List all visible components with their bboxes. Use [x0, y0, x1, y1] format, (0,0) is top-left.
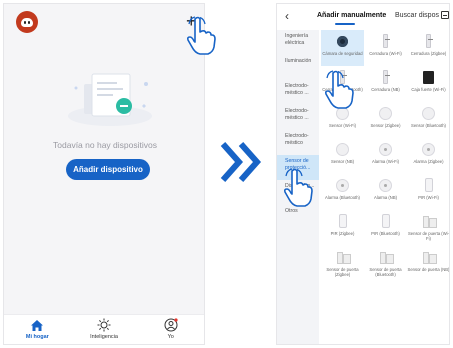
pir-icon [335, 213, 351, 229]
device-label: Sensor de puerta (Bluetooth) [369, 267, 402, 277]
category-item[interactable]: Electrodo-méstico [277, 130, 319, 155]
device-tile[interactable]: PIR (Zigbee) [321, 210, 364, 246]
category-item[interactable]: Ingeniería eléctrica [277, 30, 319, 55]
category-item[interactable]: Electrodo-méstico ... [277, 80, 319, 105]
device-tile[interactable]: PIR (Wi-Fi) [407, 174, 449, 210]
device-tile[interactable]: Sensor de puerta (Bluetooth) [364, 246, 407, 282]
safe-icon [421, 69, 437, 85]
device-tile[interactable]: Alarma (NB) [364, 174, 407, 210]
device-tile[interactable]: Alarma (Bluetooth) [321, 174, 364, 210]
door-sensor-icon [335, 249, 351, 265]
category-item[interactable]: Iluminación [277, 55, 319, 80]
scan-icon[interactable] [441, 11, 449, 19]
device-label: Sensor (Wi-Fi) [329, 123, 356, 128]
add-device-header: ‹ Añadir manualmente Buscar dispos [277, 4, 449, 30]
tap-hand-icon [186, 16, 216, 55]
device-label: Sensor de puerta (NB) [407, 267, 450, 272]
back-button[interactable]: ‹ [285, 9, 289, 23]
device-tile[interactable]: PIR (Bluetooth) [364, 210, 407, 246]
category-label: Otros [285, 208, 298, 214]
bottom-tab-bar: Mi hogar Inteligencia Yo [4, 314, 204, 344]
empty-devices-illustration [68, 73, 152, 126]
device-tile[interactable]: Sensor de puerta (Wi-Fi) [407, 210, 449, 246]
category-item[interactable]: Electrodo-méstico ... [277, 105, 319, 130]
device-tile[interactable]: Cerradura (Zigbee) [407, 30, 449, 66]
door-sensor-icon [421, 249, 437, 265]
category-label: Electrodo-méstico ... [285, 83, 309, 96]
add-device-button[interactable]: Añadir dispositivo [66, 159, 150, 180]
device-label: Sensor (Bluetooth) [411, 123, 446, 128]
device-label: Sensor (Zigbee) [370, 123, 401, 128]
tap-hand-icon [324, 70, 354, 109]
alarm-icon [421, 141, 437, 157]
device-tile[interactable]: Sensor (NB) [321, 138, 364, 174]
device-label: Cerradura (Zigbee) [410, 51, 447, 56]
device-label: Sensor de puerta (Zigbee) [326, 267, 359, 277]
category-label: Electrodo-méstico ... [285, 108, 309, 121]
device-tile[interactable]: Sensor de puerta (Zigbee) [321, 246, 364, 282]
pir-icon [378, 213, 394, 229]
device-tile[interactable]: Caja fuerte (Wi-Fi) [407, 66, 449, 102]
tap-hand-icon [283, 168, 313, 207]
camera-icon [335, 33, 351, 49]
device-tile[interactable]: Cerradura (Wi-Fi) [364, 30, 407, 66]
device-tile[interactable]: Alarma (Zigbee) [407, 138, 449, 174]
pir-icon [421, 177, 437, 193]
tab-label: Mi hogar [25, 334, 49, 340]
device-label: Sensor de puerta (Wi-Fi) [408, 231, 449, 241]
lock-icon [378, 69, 394, 85]
tab-scan-devices[interactable]: Buscar dispos [395, 12, 439, 19]
sun-icon [97, 318, 111, 332]
tab-home[interactable]: Mi hogar [4, 315, 71, 344]
category-label: Ingeniería eléctrica [285, 33, 309, 46]
device-grid: Cámara de seguridad Cerradura (Wi-Fi) Ce… [321, 30, 450, 282]
device-tile[interactable]: Sensor de puerta (NB) [407, 246, 450, 282]
tab-label: Inteligencia [90, 334, 118, 340]
next-step-chevrons-icon [220, 142, 262, 182]
device-label: Cámara de seguridad [322, 51, 363, 56]
device-label: Alarma (Zigbee) [413, 159, 444, 164]
device-label: PIR (Bluetooth) [371, 231, 400, 236]
sensor-icon [378, 105, 394, 121]
alarm-icon [378, 177, 394, 193]
device-label: PIR (Zigbee) [330, 231, 355, 236]
avatar[interactable] [16, 11, 38, 33]
lock-icon [378, 33, 394, 49]
active-tab-indicator [335, 23, 355, 25]
device-tile[interactable]: Alarma (Wi-Fi) [364, 138, 407, 174]
device-tile[interactable]: Sensor (Bluetooth) [407, 102, 449, 138]
device-label: Cerradura (NB) [371, 87, 400, 92]
door-sensor-icon [421, 213, 437, 229]
empty-message: Todavía no hay dispositivos [53, 140, 157, 150]
tab-label: Yo [167, 334, 174, 340]
phone-home-screen: + Todavía no hay dispositivos Añadir dis… [3, 3, 205, 345]
tab-intelligence[interactable]: Inteligencia [71, 315, 138, 344]
device-label: Alarma (Wi-Fi) [372, 159, 399, 164]
user-icon [164, 318, 178, 332]
device-tile-camera[interactable]: Cámara de seguridad [321, 30, 364, 66]
device-label: PIR (Wi-Fi) [418, 195, 439, 200]
device-tile[interactable]: Sensor (Zigbee) [364, 102, 407, 138]
lock-icon [421, 33, 437, 49]
category-item[interactable]: Otros [277, 205, 319, 230]
alarm-icon [335, 177, 351, 193]
door-sensor-icon [378, 249, 394, 265]
sensor-icon [335, 141, 351, 157]
category-label: Iluminación [285, 58, 312, 64]
alarm-icon [378, 141, 394, 157]
tab-add-manually[interactable]: Añadir manualmente [317, 12, 386, 19]
sensor-icon [421, 105, 437, 121]
device-label: Alarma (Bluetooth) [325, 195, 360, 200]
device-label: Alarma (NB) [373, 195, 398, 200]
device-label: Cerradura (Wi-Fi) [369, 51, 402, 56]
category-label: Electrodo-méstico [285, 133, 309, 146]
device-label: Caja fuerte (Wi-Fi) [411, 87, 446, 92]
tab-profile[interactable]: Yo [137, 315, 204, 344]
device-tile[interactable]: Cerradura (NB) [364, 66, 407, 102]
device-label: Sensor (NB) [330, 159, 355, 164]
home-icon [30, 318, 44, 332]
